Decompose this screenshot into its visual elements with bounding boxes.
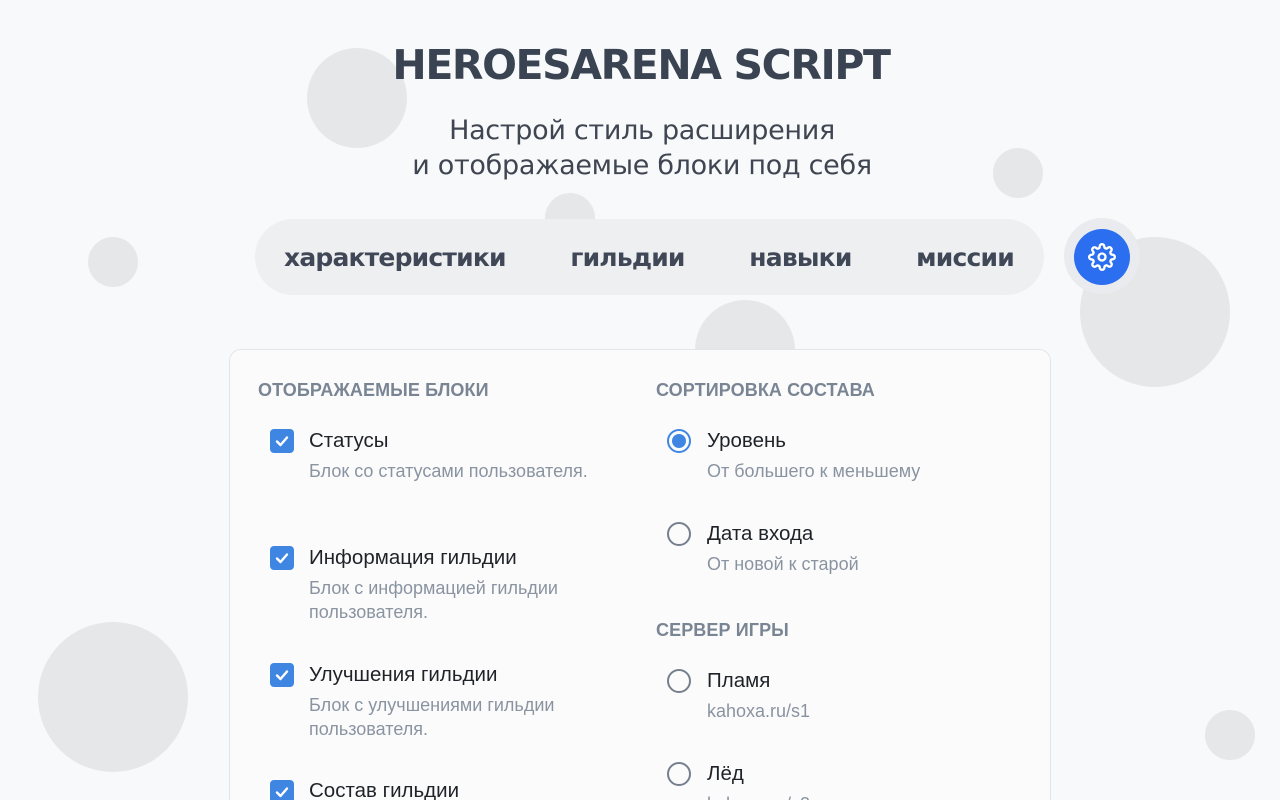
displayed-blocks-heading: ОТОБРАЖАЕМЫЕ БЛОКИ bbox=[258, 380, 489, 400]
roster-sort-heading: СОРТИРОВКА СОСТАВА bbox=[656, 380, 875, 400]
settings-button[interactable] bbox=[1074, 229, 1130, 285]
statuses-description: Блок со статусами пользователя. bbox=[309, 461, 588, 481]
tab-skills[interactable]: навыки bbox=[749, 243, 852, 272]
guild-roster-checkbox[interactable] bbox=[270, 780, 294, 800]
server-ice-label: Лёд bbox=[707, 762, 744, 785]
sort-level-radio[interactable] bbox=[667, 429, 691, 453]
guild-upgrades-description: Блок с улучшениями гильдии пользователя. bbox=[309, 695, 555, 739]
guild-info-checkbox[interactable] bbox=[270, 546, 294, 570]
background-bubble bbox=[88, 237, 138, 287]
background-bubble bbox=[1205, 710, 1255, 760]
tab-guilds[interactable]: гильдии bbox=[570, 243, 685, 272]
server-ice-url: kahoxa.ru/s2 bbox=[707, 792, 997, 800]
guild-roster-label: Состав гильдии bbox=[309, 779, 460, 800]
page-subtitle: Настрой стиль расширения и отображаемые … bbox=[0, 113, 1280, 183]
server-flame-radio[interactable] bbox=[667, 669, 691, 693]
settings-page: HEROESARENA SCRIPT Настрой стиль расшире… bbox=[0, 0, 1280, 800]
subtitle-line: и отображаемые блоки под себя bbox=[412, 150, 872, 181]
server-flame-url: kahoxa.ru/s1 bbox=[707, 701, 811, 721]
settings-panel: ОТОБРАЖАЕМЫЕ БЛОКИ Статусы Блок со стату… bbox=[229, 349, 1051, 800]
server-flame-label: Пламя bbox=[707, 669, 771, 692]
guild-info-label: Информация гильдии bbox=[309, 546, 517, 569]
gear-icon bbox=[1088, 243, 1116, 271]
game-server-heading: СЕРВЕР ИГРЫ bbox=[656, 620, 789, 640]
page-title: HEROESARENA SCRIPT bbox=[392, 41, 891, 89]
statuses-label: Статусы bbox=[309, 429, 389, 452]
check-icon bbox=[275, 787, 289, 798]
sort-login-date-label: Дата входа bbox=[707, 522, 814, 545]
subtitle-line: Настрой стиль расширения bbox=[449, 115, 835, 146]
check-icon bbox=[275, 670, 289, 681]
sort-level-description: От большего к меньшему bbox=[707, 461, 921, 481]
tab-characteristics[interactable]: характеристики bbox=[284, 243, 507, 272]
sort-login-date-radio[interactable] bbox=[667, 522, 691, 546]
main-nav: характеристики гильдии навыки миссии bbox=[255, 219, 1044, 295]
background-bubble bbox=[38, 622, 188, 772]
server-ice-radio[interactable] bbox=[667, 762, 691, 786]
guild-info-description: Блок с информацией гильдии пользователя. bbox=[309, 578, 558, 622]
check-icon bbox=[275, 436, 289, 447]
guild-upgrades-label: Улучшения гильдии bbox=[309, 663, 498, 686]
sort-login-date-description: От новой к старой bbox=[707, 554, 859, 574]
check-icon bbox=[275, 553, 289, 564]
sort-level-label: Уровень bbox=[707, 429, 786, 452]
tab-missions[interactable]: миссии bbox=[916, 243, 1015, 272]
guild-upgrades-checkbox[interactable] bbox=[270, 663, 294, 687]
statuses-checkbox[interactable] bbox=[270, 429, 294, 453]
